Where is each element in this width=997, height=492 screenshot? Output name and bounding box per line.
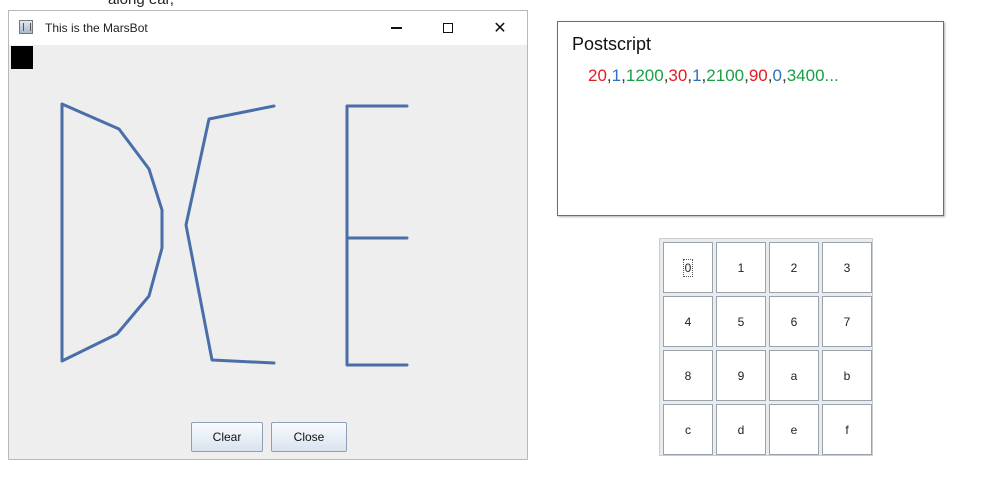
keypad-key-1[interactable]: 1 [716,242,766,293]
keypad-key-label: e [790,422,798,437]
sequence-value: 2100 [706,66,745,85]
close-button[interactable]: Close [271,422,347,452]
postscript-title: Postscript [572,34,652,54]
keypad-key-e[interactable]: e [769,404,819,455]
keypad-key-8[interactable]: 8 [663,350,713,401]
keypad-key-label: 1 [737,260,745,275]
minimize-icon[interactable] [379,15,413,41]
keypad-key-0[interactable]: 0 [663,242,713,293]
sequence-value: 1 [692,66,702,85]
keypad-key-5[interactable]: 5 [716,296,766,347]
keypad-key-f[interactable]: f [822,404,872,455]
postscript-panel: Postscript 20,1,1200,30,1,2100,90,0,3400… [557,21,944,216]
keypad-key-2[interactable]: 2 [769,242,819,293]
sequence-value: 20 [588,66,607,85]
keypad-key-4[interactable]: 4 [663,296,713,347]
keypad-key-label: 0 [682,258,694,277]
postscript-sequence: 20,1,1200,30,1,2100,90,0,3400... [588,66,839,86]
title-bar[interactable]: This is the MarsBot ✕ [9,11,527,45]
drawing-canvas [60,102,409,367]
keypad-key-label: 7 [843,314,851,329]
sequence-value: 1 [611,66,622,85]
keypad-key-label: b [843,368,851,383]
top-cut-text: along ear, [108,0,174,8]
keypad-key-a[interactable]: a [769,350,819,401]
keypad-key-label: 9 [737,368,745,383]
sequence-value: 0 [772,66,782,85]
sequence-value: 3400... [786,66,839,85]
keypad-key-label: f [845,422,849,437]
keypad-key-label: 8 [684,368,692,383]
letter-e-spine [345,104,409,367]
keypad-key-label: 3 [843,260,851,275]
keypad-key-label: 5 [737,314,745,329]
keypad-key-label: 2 [790,260,798,275]
close-icon[interactable]: ✕ [483,15,517,41]
java-app-icon [19,20,33,34]
keypad-key-label: d [737,422,745,437]
keypad-key-label: c [685,422,691,437]
keypad-key-label: a [790,368,798,383]
keypad-key-7[interactable]: 7 [822,296,872,347]
sequence-value: 90 [748,66,768,85]
keypad-key-b[interactable]: b [822,350,872,401]
keypad-key-label: 4 [684,314,692,329]
keypad-key-c[interactable]: c [663,404,713,455]
keypad-key-9[interactable]: 9 [716,350,766,401]
letter-d-stroke [60,102,164,363]
marsbot-window: This is the MarsBot ✕ Clear Close [8,10,528,460]
sequence-value: 1200 [625,66,664,85]
maximize-icon[interactable] [431,15,465,41]
letter-c-stroke [184,104,276,365]
window-title: This is the MarsBot [45,21,148,35]
hex-keypad: 0 1 2 3 4 5 6 7 8 9 a b c d e f [659,238,873,456]
keypad-key-3[interactable]: 3 [822,242,872,293]
keypad-key-6[interactable]: 6 [769,296,819,347]
clear-button[interactable]: Clear [191,422,263,452]
keypad-key-label: 6 [790,314,798,329]
sequence-value: 30 [668,66,688,85]
keypad-key-d[interactable]: d [716,404,766,455]
